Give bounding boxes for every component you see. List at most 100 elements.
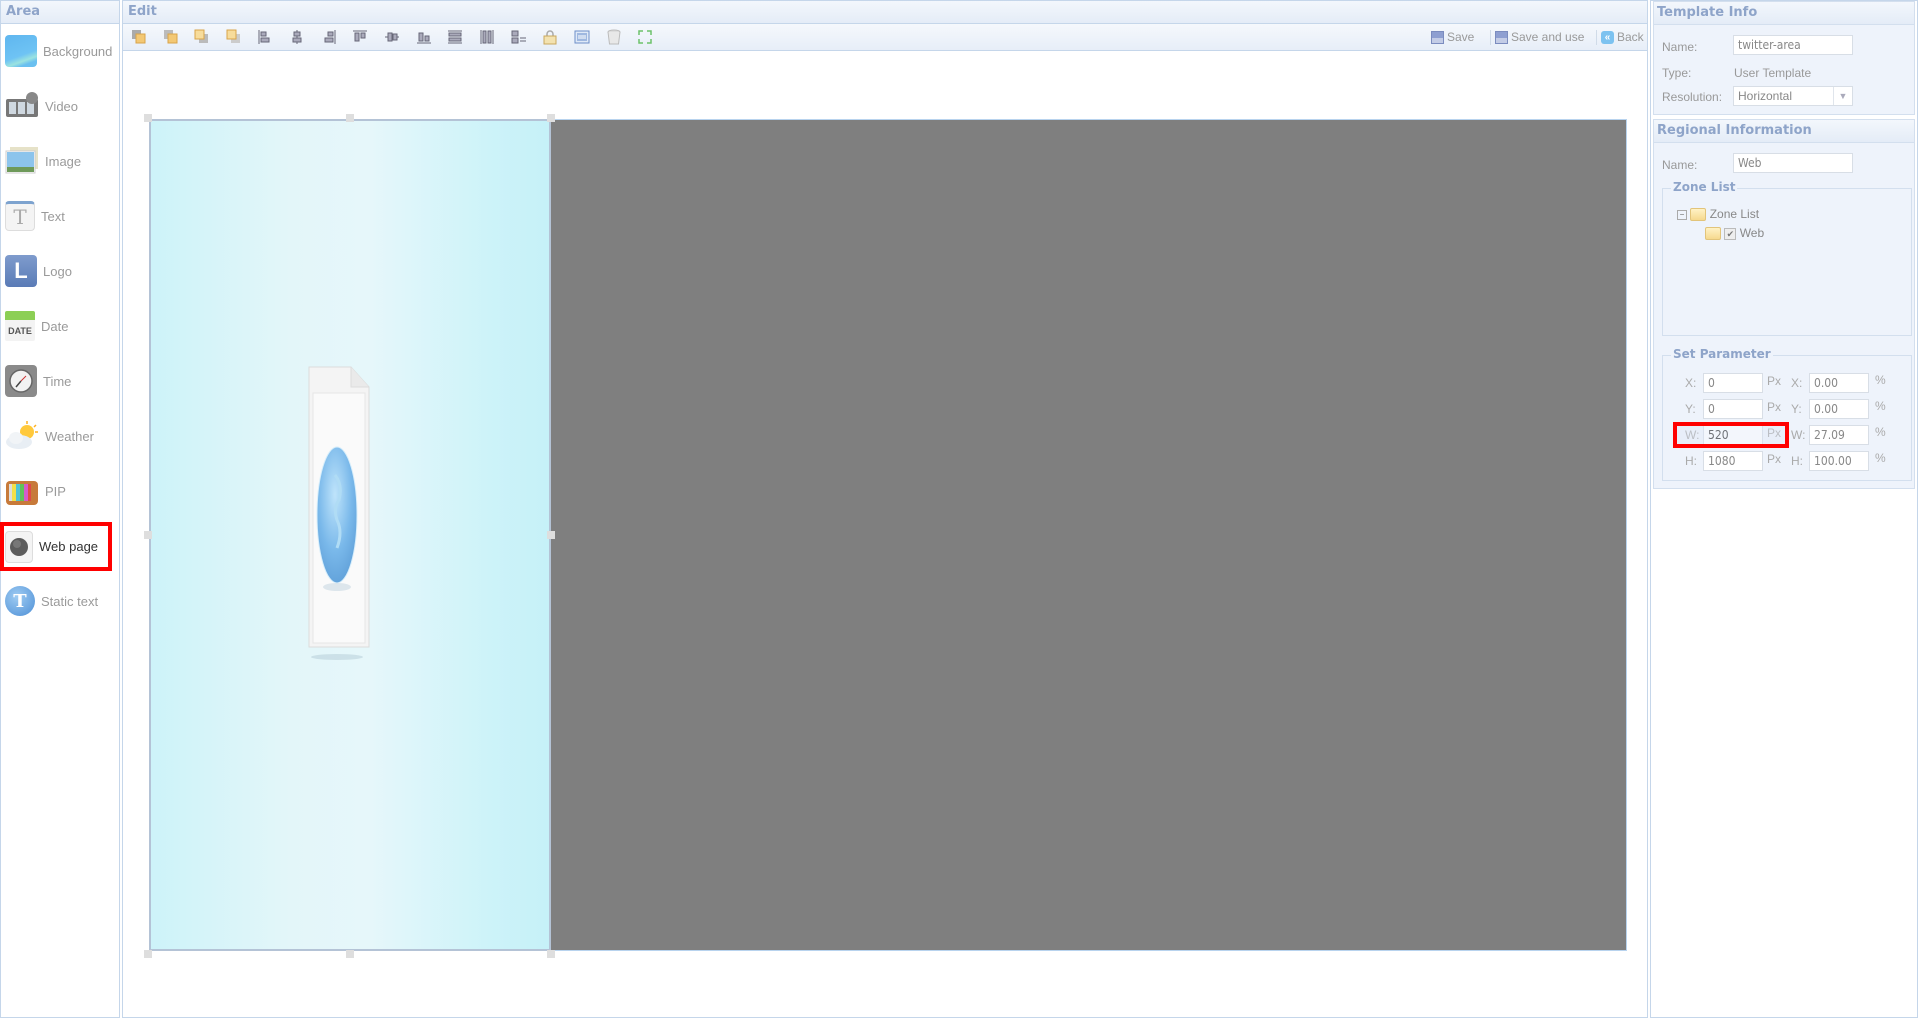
set-parameter-fieldset: Set Parameter X: Px X: %Y: Px Y: %W: Px … xyxy=(1662,355,1912,481)
area-item-label: Logo xyxy=(43,264,72,279)
param-h-pct-input[interactable] xyxy=(1809,451,1869,471)
chevron-down-icon[interactable]: ▼ xyxy=(1833,87,1852,105)
same-width-icon[interactable] xyxy=(447,29,463,45)
resize-handle-bottom-right[interactable] xyxy=(547,950,555,958)
template-type-value: User Template xyxy=(1734,66,1811,80)
save-and-use-button[interactable]: Save and use xyxy=(1495,29,1584,45)
param-h-px-unit: Px xyxy=(1767,452,1781,466)
tree-root[interactable]: − Zone List xyxy=(1677,207,1759,221)
align-left-icon[interactable] xyxy=(257,29,273,45)
area-item-image[interactable]: Image xyxy=(5,139,117,183)
back-button[interactable]: « Back xyxy=(1601,29,1644,45)
video-film-icon xyxy=(5,89,39,123)
area-item-label: Weather xyxy=(45,429,94,444)
resolution-select[interactable]: Horizontal ▼ xyxy=(1733,86,1853,106)
area-item-logo[interactable]: L Logo xyxy=(5,249,117,293)
align-center-icon[interactable] xyxy=(289,29,305,45)
zone-name-label: Name: xyxy=(1662,158,1697,172)
tv-icon xyxy=(5,474,39,508)
edit-panel: Edit Save Save and use « Back xyxy=(122,0,1648,1018)
area-item-label: Background xyxy=(43,44,112,59)
param-w-label: W: xyxy=(1685,428,1699,442)
template-name-input[interactable] xyxy=(1733,35,1853,55)
area-item-label: Web page xyxy=(39,539,98,554)
param-h-label: H: xyxy=(1685,454,1697,468)
template-type-label: Type: xyxy=(1662,66,1691,80)
area-item-label: Video xyxy=(45,99,78,114)
area-item-video[interactable]: Video xyxy=(5,84,117,128)
param-x-px-input[interactable] xyxy=(1703,373,1763,393)
save-disk-icon xyxy=(1431,31,1444,44)
zone-name-input[interactable] xyxy=(1733,153,1853,173)
properties-icon[interactable] xyxy=(574,29,590,45)
param-y-px-input[interactable] xyxy=(1703,399,1763,419)
align-middle-icon[interactable] xyxy=(384,29,400,45)
send-to-back-icon[interactable] xyxy=(226,29,242,45)
background-icon xyxy=(5,35,37,67)
param-h-px-input[interactable] xyxy=(1703,451,1763,471)
resize-handle-bottom[interactable] xyxy=(346,950,354,958)
area-item-pip[interactable]: PIP xyxy=(5,469,117,513)
folder-icon xyxy=(1690,208,1706,221)
param-x-pct-input[interactable] xyxy=(1809,373,1869,393)
param-h-pct-unit: % xyxy=(1875,451,1886,465)
resize-handle-left[interactable] xyxy=(144,531,152,539)
bring-to-front-icon[interactable] xyxy=(131,29,147,45)
param-w-pct-unit: % xyxy=(1875,425,1886,439)
param-w-pct-input[interactable] xyxy=(1809,425,1869,445)
param-w-px-unit: Px xyxy=(1767,426,1781,440)
param-w-px-input[interactable] xyxy=(1703,425,1763,445)
save-and-use-label: Save and use xyxy=(1511,29,1584,45)
save-button[interactable]: Save xyxy=(1431,29,1474,45)
resize-handle-top[interactable] xyxy=(346,114,354,122)
param-y-px-unit: Px xyxy=(1767,400,1781,414)
param-y-pct-input[interactable] xyxy=(1809,399,1869,419)
bring-forward-icon[interactable] xyxy=(163,29,179,45)
lock-icon[interactable] xyxy=(542,29,558,45)
resize-handle-bottom-left[interactable] xyxy=(144,950,152,958)
resolution-label: Resolution: xyxy=(1662,90,1722,104)
align-top-icon[interactable] xyxy=(352,29,368,45)
set-parameter-title: Set Parameter xyxy=(1671,347,1773,361)
area-item-date[interactable]: DATE Date xyxy=(5,304,117,348)
area-item-label: Date xyxy=(41,319,68,334)
area-item-label: Static text xyxy=(41,594,98,609)
align-right-icon[interactable] xyxy=(321,29,337,45)
param-x-pct-unit: % xyxy=(1875,373,1886,387)
image-icon xyxy=(5,144,39,178)
weather-icon xyxy=(5,419,39,453)
send-backward-icon[interactable] xyxy=(194,29,210,45)
tree-item-web[interactable]: ✔ Web xyxy=(1705,226,1764,240)
distribute-icon[interactable] xyxy=(511,29,527,45)
regional-info-title: Regional Information xyxy=(1654,120,1914,143)
area-item-static-text[interactable]: T Static text xyxy=(5,579,117,623)
param-y-pct-label: Y: xyxy=(1791,402,1802,416)
area-item-label: Text xyxy=(41,209,65,224)
resize-handle-top-right[interactable] xyxy=(547,114,555,122)
same-height-icon[interactable] xyxy=(479,29,495,45)
collapse-icon[interactable]: − xyxy=(1677,210,1687,220)
zone-list-fieldset: Zone List − Zone List ✔ Web xyxy=(1662,188,1912,336)
area-item-web-page[interactable]: Web page xyxy=(2,524,110,569)
param-x-px-unit: Px xyxy=(1767,374,1781,388)
area-item-label: PIP xyxy=(45,484,66,499)
resize-handle-right[interactable] xyxy=(547,531,555,539)
fullscreen-icon[interactable] xyxy=(637,29,653,45)
template-info-title: Template Info xyxy=(1654,2,1914,25)
param-y-label: Y: xyxy=(1685,402,1696,416)
area-item-weather[interactable]: Weather xyxy=(5,414,117,458)
area-item-background[interactable]: Background xyxy=(5,29,117,73)
align-bottom-icon[interactable] xyxy=(416,29,432,45)
save-label: Save xyxy=(1447,29,1474,45)
param-x-pct-label: X: xyxy=(1791,376,1802,390)
resize-handle-top-left[interactable] xyxy=(144,114,152,122)
toolbar-separator xyxy=(1596,30,1597,45)
area-item-label: Time xyxy=(43,374,71,389)
zone-checkbox[interactable]: ✔ xyxy=(1724,228,1736,240)
web-page-zone[interactable] xyxy=(149,119,551,951)
date-calendar-icon: DATE xyxy=(5,311,35,341)
area-item-text[interactable]: T Text xyxy=(5,194,117,238)
area-item-time[interactable]: Time xyxy=(5,359,117,403)
area-panel-title: Area xyxy=(1,1,119,24)
delete-icon[interactable] xyxy=(606,29,622,45)
